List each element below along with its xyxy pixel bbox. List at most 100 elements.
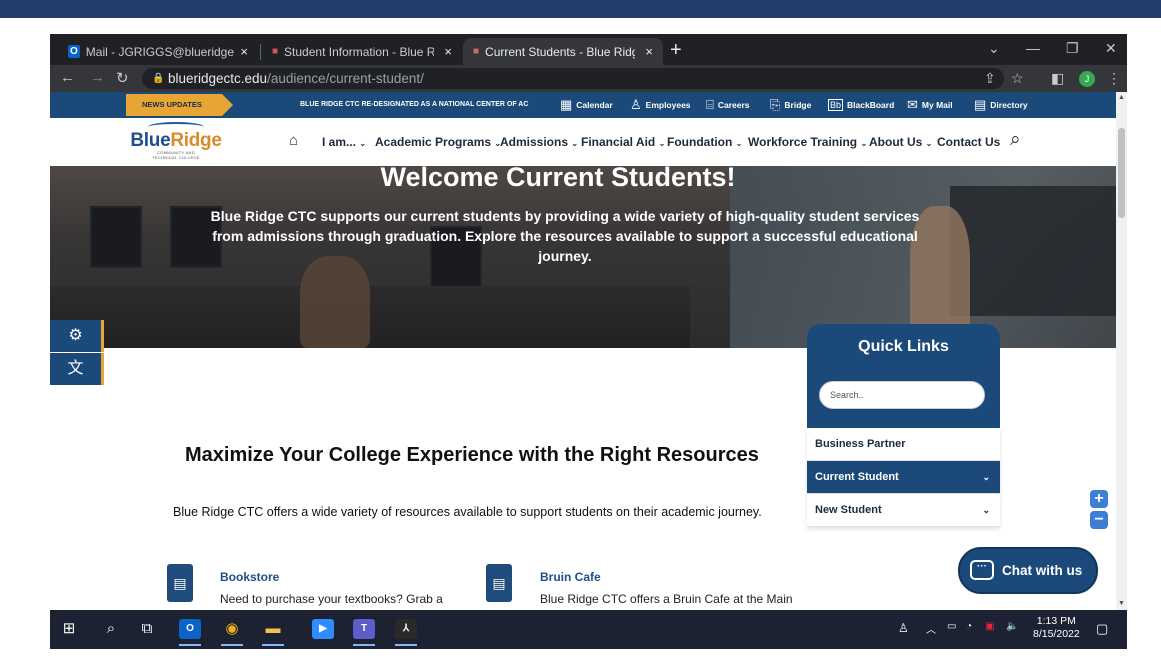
tab-student-information[interactable]: ■ Student Information - Blue Ridge ×	[262, 38, 462, 65]
close-icon[interactable]: ×	[438, 44, 452, 59]
mail-icon: ✉	[907, 97, 918, 112]
nav-workforce-training[interactable]: Workforce Training ⌄	[748, 118, 867, 166]
restore-icon[interactable]: ❐	[1066, 40, 1079, 57]
windows-start-icon[interactable]: ⊞	[58, 619, 80, 639]
nav-academic-programs[interactable]: Academic Programs ⌄	[375, 118, 501, 166]
tab-divider	[260, 44, 261, 60]
nav-i-am[interactable]: I am... ⌄	[322, 118, 366, 166]
minimize-icon[interactable]: —	[1026, 40, 1040, 56]
chevron-down-icon: ⌄	[982, 505, 990, 515]
logo-wordmark: BlueRidge	[126, 130, 226, 151]
scroll-thumb[interactable]	[1118, 128, 1125, 218]
nav-label: Academic Programs	[375, 135, 492, 149]
chat-with-us-button[interactable]: ··· Chat with us	[958, 547, 1098, 594]
util-link-label: Employees	[645, 100, 691, 110]
zoom-out-button[interactable]: −	[1090, 511, 1108, 529]
accessibility-button[interactable]: ⚙	[50, 320, 104, 352]
task-view-icon[interactable]: ⧉	[136, 619, 158, 639]
close-icon[interactable]: ×	[639, 44, 653, 59]
scroll-up-icon[interactable]: ▲	[1118, 94, 1125, 101]
logo-word-ridge: Ridge	[170, 130, 222, 151]
student-icon: ■	[272, 46, 279, 57]
chevron-up-icon[interactable]: ︿	[926, 621, 936, 636]
util-link-calendar[interactable]: ▦ Calendar	[560, 92, 613, 118]
forward-icon[interactable]: →	[90, 69, 105, 86]
close-window-icon[interactable]: ✕	[1105, 40, 1117, 57]
notification-icon[interactable]: ▢	[1096, 621, 1108, 637]
people-icon[interactable]: ♙	[898, 621, 909, 635]
taskbar-clock[interactable]: 1:13 PM 8/15/2022	[1033, 615, 1080, 641]
close-icon[interactable]: ×	[234, 44, 248, 59]
address-bar[interactable]: 🔒 blueridgectc.edu/audience/current-stud…	[142, 68, 1004, 89]
resource-desc-bruin-cafe: Blue Ridge CTC offers a Bruin Cafe at th…	[540, 592, 793, 606]
util-link-careers[interactable]: ⌸ Careers	[706, 92, 749, 118]
side-panel-icon[interactable]: ◧	[1051, 70, 1064, 87]
wifi-icon[interactable]: ◔	[966, 621, 972, 632]
util-link-directory[interactable]: ▤ Directory	[974, 92, 1028, 118]
nav-foundation[interactable]: Foundation ⌄	[667, 118, 742, 166]
quick-link-label: Current Student	[815, 471, 899, 483]
new-tab-button[interactable]: +	[670, 39, 682, 62]
site-header: BlueRidge COMMUNITY AND TECHNICAL COLLEG…	[50, 118, 1116, 166]
tab-search-icon[interactable]: ⌄	[988, 40, 1000, 57]
back-icon[interactable]: ←	[60, 69, 75, 86]
resource-title-bookstore[interactable]: Bookstore	[220, 570, 279, 584]
lock-icon: 🔒	[152, 73, 165, 84]
util-link-label: Careers	[717, 100, 750, 110]
url-domain: blueridgectc.edu	[168, 71, 268, 86]
news-ticker[interactable]: BLUE RIDGE CTC RE-DESIGNATED AS A NATION…	[300, 92, 536, 118]
quick-links-title: Quick Links	[858, 338, 949, 355]
home-icon[interactable]: ⌂	[289, 132, 298, 149]
translate-button[interactable]: 文	[50, 353, 104, 385]
quick-links-search-input[interactable]: Search..	[819, 381, 985, 409]
util-link-employees[interactable]: ♙ Employees	[630, 92, 691, 118]
news-updates-badge[interactable]: NEWS UPDATES	[126, 94, 233, 116]
util-link-blackboard[interactable]: Bb BlackBoard	[828, 92, 894, 118]
util-link-bridge[interactable]: ⎘ Bridge	[770, 92, 811, 118]
quick-link-label: New Student	[815, 504, 882, 516]
chrome-taskbar-icon[interactable]: ◉	[221, 619, 243, 646]
nav-admissions[interactable]: Admissions ⌄	[500, 118, 578, 166]
resource-desc-bookstore: Need to purchase your textbooks? Grab a	[220, 592, 443, 606]
page-viewport: NEWS UPDATES BLUE RIDGE CTC RE-DESIGNATE…	[50, 92, 1116, 610]
menu-kebab-icon[interactable]: ⋮	[1107, 70, 1121, 87]
bookmark-star-icon[interactable]: ☆	[1011, 70, 1024, 87]
nav-financial-aid[interactable]: Financial Aid ⌄	[581, 118, 665, 166]
profile-avatar[interactable]: J	[1079, 71, 1095, 87]
security-icon[interactable]: ▣	[985, 621, 994, 632]
share-icon[interactable]: ⇪	[984, 70, 996, 87]
zoom-app-icon[interactable]: ▶	[312, 619, 334, 639]
nav-label: Workforce Training	[748, 135, 858, 149]
nav-contact-us[interactable]: Contact Us	[937, 118, 1000, 166]
tab-mail[interactable]: O Mail - JGRIGGS@blueridgectc.edu ×	[58, 38, 258, 65]
teams-icon[interactable]: T	[353, 619, 375, 646]
quick-link-new-student[interactable]: New Student ⌄	[807, 494, 1000, 527]
nav-about-us[interactable]: About Us ⌄	[869, 118, 932, 166]
chevron-down-icon: ⌄	[571, 139, 579, 148]
outlook-taskbar-icon[interactable]: O	[179, 619, 201, 646]
scroll-down-icon[interactable]: ▼	[1118, 600, 1125, 607]
volume-icon[interactable]: 🔈	[1006, 621, 1018, 632]
quick-link-business-partner[interactable]: Business Partner	[807, 428, 1000, 461]
tab-current-students[interactable]: ■ Current Students - Blue Ridge Co ×	[463, 38, 663, 65]
quick-link-current-student[interactable]: Current Student ⌄	[807, 461, 1000, 494]
url-path: /audience/current-student/	[267, 71, 424, 86]
resource-title-bruin-cafe[interactable]: Bruin Cafe	[540, 570, 601, 584]
acrobat-icon[interactable]: ⅄	[395, 619, 417, 646]
blue-ridge-logo[interactable]: BlueRidge COMMUNITY AND TECHNICAL COLLEG…	[126, 122, 226, 164]
search-icon[interactable]: ⌕	[100, 619, 122, 639]
reload-icon[interactable]: ↻	[116, 69, 129, 87]
battery-icon[interactable]: ▭	[947, 621, 956, 632]
search-icon[interactable]: ⌕	[1010, 129, 1021, 151]
chat-bubble-icon: ···	[970, 560, 994, 580]
page-scrollbar[interactable]: ▲ ▼	[1116, 92, 1127, 610]
nav-label: About Us	[869, 135, 923, 149]
util-link-label: BlackBoard	[847, 100, 895, 110]
zoom-in-button[interactable]: +	[1090, 490, 1108, 508]
util-link-my-mail[interactable]: ✉ My Mail	[907, 92, 953, 118]
bookstore-icon: ▤	[167, 564, 193, 602]
logo-word-blue: Blue	[130, 130, 171, 151]
file-explorer-icon[interactable]: ▬	[262, 619, 284, 646]
util-link-label: Bridge	[784, 100, 812, 110]
blackboard-icon: Bb	[828, 99, 844, 111]
